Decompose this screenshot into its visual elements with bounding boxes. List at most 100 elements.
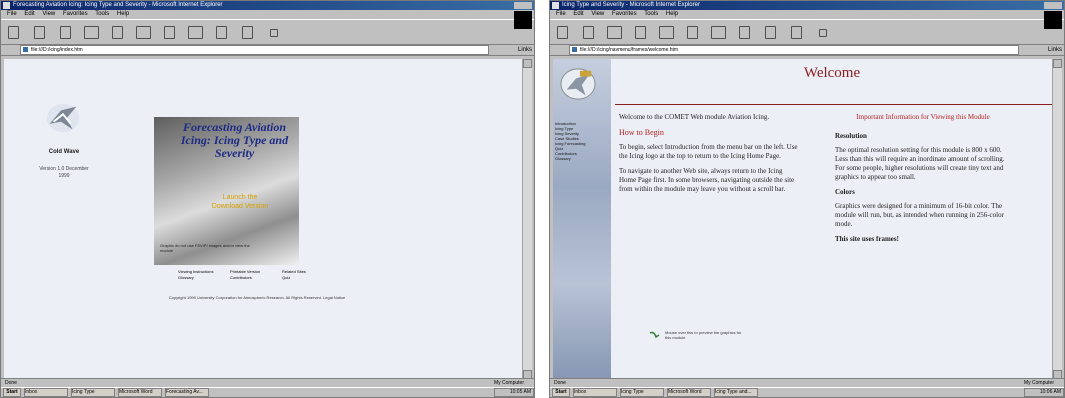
taskbar-item[interactable]: Icing Type xyxy=(71,388,115,397)
ie-icon xyxy=(552,2,559,9)
search-icon[interactable] xyxy=(684,24,700,40)
favorites-icon[interactable] xyxy=(710,24,726,40)
taskbar-item[interactable]: Microsoft Word xyxy=(667,388,711,397)
start-button[interactable]: Start xyxy=(3,388,21,397)
edit-icon[interactable] xyxy=(814,24,830,40)
taskbar-item[interactable]: Icing Type xyxy=(620,388,664,397)
nav-quiz[interactable]: Quiz xyxy=(282,275,328,280)
window-controls[interactable] xyxy=(514,2,532,9)
back-icon[interactable] xyxy=(5,24,21,40)
version-text: Version 1.0 December 1999 xyxy=(39,166,89,179)
logo-caption: Cold Wave xyxy=(48,149,80,155)
how-to-begin-text: To begin, select Introduction from the m… xyxy=(619,143,798,160)
toolbar xyxy=(1,19,534,45)
forward-icon[interactable] xyxy=(31,24,47,40)
refresh-icon[interactable] xyxy=(632,24,648,40)
menu-bar: File Edit View Favorites Tools Help xyxy=(1,10,534,19)
menu-file[interactable]: File xyxy=(7,11,17,17)
sidebar-menu: Introduction Icing Type Icing Severity C… xyxy=(555,121,585,161)
page-title: Welcome xyxy=(803,65,861,81)
browser-window-right: Icing Type and Severity - Microsoft Inte… xyxy=(549,0,1065,398)
back-icon[interactable] xyxy=(554,24,570,40)
navigation-text: To navigate to another Web site, always … xyxy=(619,167,795,193)
frames-heading: This site uses frames! xyxy=(835,235,899,243)
menu-help[interactable]: Help xyxy=(117,11,129,17)
forward-icon[interactable] xyxy=(580,24,596,40)
menu-edit[interactable]: Edit xyxy=(573,11,583,17)
taskbar-item[interactable]: Forecasting Av... xyxy=(165,388,209,397)
status-text: Done xyxy=(554,380,566,386)
window-title: Icing Type and Severity - Microsoft Inte… xyxy=(562,2,700,8)
window-controls[interactable] xyxy=(1044,2,1062,9)
menu-tools[interactable]: Tools xyxy=(95,11,109,17)
search-icon[interactable] xyxy=(135,24,151,40)
info-column: Important Information for Viewing this M… xyxy=(835,113,1011,249)
address-bar: file:///D:/icing/index.htm Links xyxy=(1,45,534,56)
stop-icon[interactable] xyxy=(57,24,73,40)
page-content: Cold Wave Version 1.0 December 1999 Fore… xyxy=(4,59,523,379)
taskbar: Start Inbox Icing Type Microsoft Word Ic… xyxy=(550,387,1064,397)
mail-icon[interactable] xyxy=(762,24,778,40)
taskbar-item[interactable]: Inbox xyxy=(573,388,617,397)
menu-edit[interactable]: Edit xyxy=(24,11,34,17)
nav-contributors[interactable]: Contributors xyxy=(230,275,276,280)
menu-file[interactable]: File xyxy=(556,11,566,17)
nav-printable-version[interactable]: Printable Version xyxy=(230,269,276,274)
title-bar[interactable]: Forecasting Aviation Icing: Icing Type a… xyxy=(1,1,534,10)
divider xyxy=(615,104,1053,105)
ie-throbber-icon xyxy=(514,11,532,29)
history-icon[interactable] xyxy=(187,24,203,40)
nav-viewing-instructions[interactable]: Viewing Instructions xyxy=(178,269,224,274)
splash-note: Graphic do not use FSV/PI images and/or … xyxy=(160,243,250,253)
menu-help[interactable]: Help xyxy=(666,11,678,17)
print-icon[interactable] xyxy=(788,24,804,40)
page-content: Introduction Icing Type Icing Severity C… xyxy=(553,59,1053,379)
nav-related-sites[interactable]: Related Sites xyxy=(282,269,328,274)
launch-link[interactable]: Launch the Download Version xyxy=(210,193,270,211)
taskbar-item[interactable]: Microsoft Word xyxy=(118,388,162,397)
preview-note: Mouse over this to preview the graphics … xyxy=(665,330,742,340)
welcome-column: Welcome to the COMET Web module Aviation… xyxy=(619,113,799,200)
home-icon[interactable] xyxy=(658,24,674,40)
header-frame: Welcome xyxy=(611,59,1053,105)
stop-icon[interactable] xyxy=(606,24,622,40)
address-input[interactable]: file:///D:/icing/navmenu/frames/welcome.… xyxy=(569,45,1019,55)
start-button[interactable]: Start xyxy=(552,388,570,397)
menu-tools[interactable]: Tools xyxy=(644,11,658,17)
icing-logo-icon[interactable] xyxy=(559,67,597,101)
address-bar: file:///D:/icing/navmenu/frames/welcome.… xyxy=(550,45,1064,56)
edit-icon[interactable] xyxy=(265,24,281,40)
menu-favorites[interactable]: Favorites xyxy=(612,11,637,17)
taskbar: Start Inbox Icing Type Microsoft Word Fo… xyxy=(1,387,534,397)
colors-text: Graphics were designed for a minimum of … xyxy=(835,202,1004,228)
vertical-scrollbar[interactable] xyxy=(522,59,532,379)
title-bar[interactable]: Icing Type and Severity - Microsoft Inte… xyxy=(550,1,1064,10)
menu-view[interactable]: View xyxy=(42,11,55,17)
nav-glossary[interactable]: Glossary xyxy=(178,275,224,280)
refresh-icon[interactable] xyxy=(83,24,99,40)
important-heading: Important Information for Viewing this M… xyxy=(856,113,990,121)
address-input[interactable]: file:///D:/icing/index.htm xyxy=(20,45,489,55)
home-icon[interactable] xyxy=(109,24,125,40)
copyright-text: Copyright 1999 University Corporation fo… xyxy=(168,295,346,300)
mail-icon[interactable] xyxy=(213,24,229,40)
taskbar-item[interactable]: Inbox xyxy=(24,388,68,397)
history-icon[interactable] xyxy=(736,24,752,40)
vertical-scrollbar[interactable] xyxy=(1052,59,1062,379)
links-button[interactable]: Links xyxy=(1022,47,1062,53)
taskbar-item[interactable]: Icing Type and... xyxy=(714,388,758,397)
preview-arrow-icon[interactable] xyxy=(649,329,661,341)
ie-throbber-icon xyxy=(1044,11,1062,29)
ie-icon xyxy=(3,2,10,9)
clock: 10:05 AM xyxy=(494,388,534,397)
links-button[interactable]: Links xyxy=(492,47,532,53)
menu-view[interactable]: View xyxy=(591,11,604,17)
intro-text: Welcome to the COMET Web module Aviation… xyxy=(619,113,770,121)
icing-logo-icon[interactable] xyxy=(44,99,82,137)
menu-bar: File Edit View Favorites Tools Help xyxy=(550,10,1064,19)
favorites-icon[interactable] xyxy=(161,24,177,40)
clock: 10:06 AM xyxy=(1024,388,1064,397)
sidebar-item-glossary[interactable]: Glossary xyxy=(555,156,585,161)
menu-favorites[interactable]: Favorites xyxy=(63,11,88,17)
print-icon[interactable] xyxy=(239,24,255,40)
